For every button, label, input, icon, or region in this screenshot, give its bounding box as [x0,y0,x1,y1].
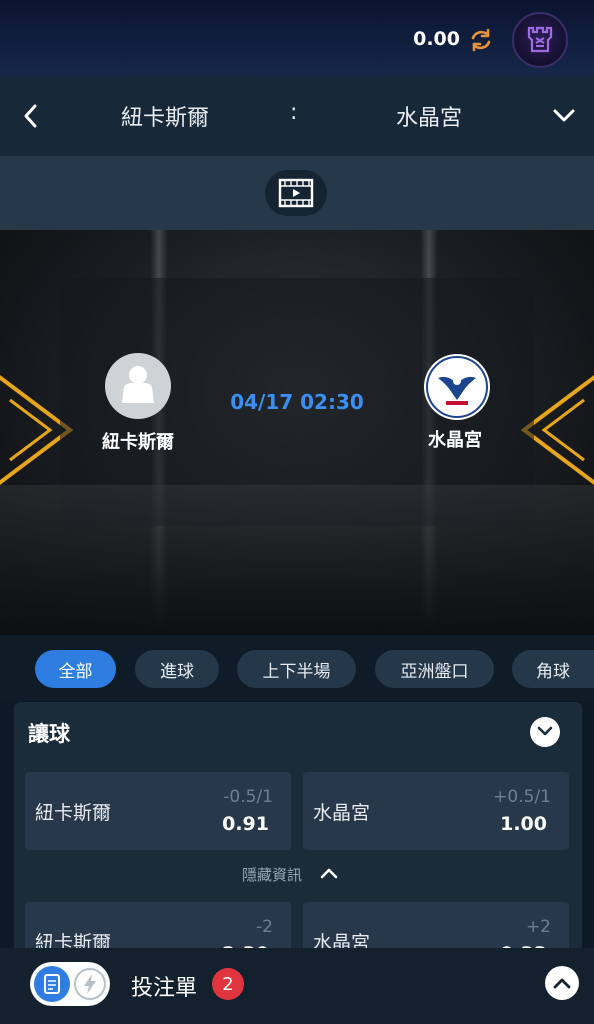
market-filter-bar: 全部 進球 上下半場 亞洲盤口 角球 [0,635,594,701]
back-arrow-icon[interactable] [20,102,42,130]
filter-chip-goals[interactable]: 進球 [135,650,219,688]
home-team-label: 紐卡斯爾 [102,432,174,453]
document-icon [44,974,60,994]
score-separator: : [290,100,298,125]
quick-bet-toggle[interactable] [30,962,110,1006]
odds-team-name: 水晶宮 [313,802,371,824]
odds-price: 1.00 [500,813,547,835]
refresh-icon[interactable] [468,27,494,53]
betslip-bar: 投注單 2 [0,948,594,1024]
odds-handicap-line: -0.5/1 [223,787,273,807]
hide-info-toggle[interactable]: 隱藏資訊 [242,864,302,885]
filter-chip-all[interactable]: 全部 [35,650,116,688]
castle-avatar-icon [527,26,553,53]
betslip-label[interactable]: 投注單 [131,970,197,1002]
lightning-icon [84,974,96,994]
filter-chip-asian-handicap[interactable]: 亞洲盤口 [375,650,494,688]
filter-chip-corners[interactable]: 角球 [512,650,594,688]
collapse-market-button[interactable] [530,717,560,747]
odds-handicap-line: -2 [256,917,273,937]
match-header: 紐卡斯爾 : 水晶宮 [0,76,594,156]
betslip-mode-knob [34,966,70,1002]
odds-handicap-line: +2 [525,917,551,937]
film-play-icon [278,178,314,208]
market-title: 讓球 [28,722,70,746]
home-team-name: 紐卡斯爾 [120,106,209,131]
away-team-label: 水晶宮 [428,430,482,451]
video-bar [0,156,594,230]
filter-chip-halves[interactable]: 上下半場 [237,650,356,688]
person-placeholder-icon [122,366,154,403]
odds-button-away[interactable]: 水晶宮 +0.5/1 1.00 [303,772,569,850]
odds-team-name: 紐卡斯爾 [35,802,112,824]
quick-bet-mode [74,968,106,1000]
chevron-down-icon[interactable] [550,104,578,128]
user-avatar[interactable] [512,12,568,68]
expand-betslip-button[interactable] [545,966,579,1000]
match-stage: 紐卡斯爾 04/17 02:30 水晶宮 [0,230,594,635]
away-team-name: 水晶宮 [395,106,462,131]
chevron-up-icon [553,978,571,989]
eagle-crest-icon [426,356,488,418]
stage-floor [0,485,594,635]
balance-amount: 0.00 [413,28,460,50]
odds-handicap-line: +0.5/1 [493,787,551,807]
chevron-down-icon [537,726,553,736]
chevron-up-icon[interactable] [320,866,338,880]
betslip-count-badge: 2 [212,968,244,1000]
odds-button-home[interactable]: 紐卡斯爾 -0.5/1 0.91 [25,772,291,850]
top-bar: 0.00 [0,0,594,76]
video-play-button[interactable] [265,170,327,216]
home-team-logo [105,353,171,419]
away-team-logo [424,354,490,420]
odds-price: 0.91 [222,813,269,835]
kickoff-time: 04/17 02:30 [230,390,364,414]
